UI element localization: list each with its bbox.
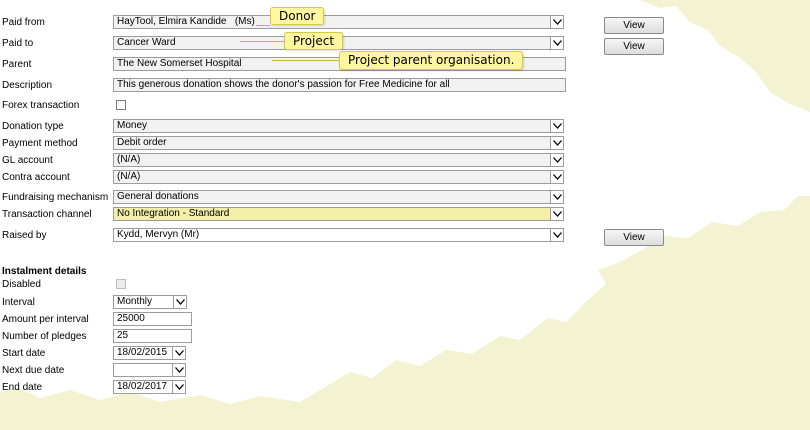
description-field[interactable]: This generous donation shows the donor's… — [113, 78, 566, 92]
chevron-down-icon[interactable] — [550, 137, 563, 149]
amount-per-interval-input[interactable]: 25000 — [113, 312, 192, 326]
project-callout: Project — [284, 32, 344, 50]
raised-by-value: Kydd, Mervyn (Mr) — [117, 229, 200, 240]
paid-to-label: Paid to — [2, 38, 34, 49]
donation-type-select[interactable]: Money — [113, 119, 564, 133]
contra-account-select[interactable]: (N/A) — [113, 170, 564, 184]
payment-method-value: Debit order — [117, 137, 167, 148]
fundraising-mechanism-value: General donations — [117, 191, 199, 202]
forex-label: Forex transaction — [2, 100, 80, 111]
chevron-down-icon[interactable] — [550, 16, 563, 28]
donor-callout: Donor — [270, 7, 325, 25]
end-date-picker[interactable]: 18/02/2017 — [113, 380, 186, 394]
gl-account-select[interactable]: (N/A) — [113, 153, 564, 167]
gl-account-label: GL account — [2, 155, 53, 166]
chevron-down-icon[interactable] — [550, 120, 563, 132]
start-date-label: Start date — [2, 348, 46, 359]
forex-checkbox[interactable] — [116, 100, 126, 110]
interval-label: Interval — [2, 297, 35, 308]
chevron-down-icon[interactable] — [550, 37, 563, 49]
contra-account-value: (N/A) — [117, 171, 141, 182]
chevron-down-icon[interactable] — [550, 171, 563, 183]
start-date-value: 18/02/2015 — [117, 347, 168, 358]
paid-to-view-button[interactable]: View — [604, 38, 664, 55]
next-due-date-picker[interactable] — [113, 363, 186, 377]
interval-value: Monthly — [117, 296, 153, 307]
amount-per-interval-label: Amount per interval — [2, 314, 89, 325]
fundraising-mechanism-select[interactable]: General donations — [113, 190, 564, 204]
start-date-picker[interactable]: 18/02/2015 — [113, 346, 186, 360]
chevron-down-icon[interactable] — [550, 208, 563, 220]
paid-from-view-button[interactable]: View — [604, 17, 664, 34]
chevron-down-icon[interactable] — [172, 381, 185, 393]
instalment-details-heading: Instalment details — [2, 266, 87, 277]
paid-from-label: Paid from — [2, 17, 45, 28]
description-value: This generous donation shows the donor's… — [117, 79, 450, 90]
donor-callout-leader — [256, 25, 270, 26]
payment-method-select[interactable]: Debit order — [113, 136, 564, 150]
paid-to-value: Cancer Ward — [117, 37, 176, 48]
project-parent-callout: Project parent organisation. — [339, 51, 524, 70]
number-of-pledges-label: Number of pledges — [2, 331, 87, 342]
donation-type-label: Donation type — [2, 121, 64, 132]
disabled-label: Disabled — [2, 279, 41, 290]
donation-type-value: Money — [117, 120, 148, 131]
disabled-checkbox — [116, 279, 126, 289]
payment-method-label: Payment method — [2, 138, 78, 149]
paid-from-select[interactable]: HayTool, Elmira Kandide (Ms) — [113, 15, 564, 29]
paid-from-value: HayTool, Elmira Kandide (Ms) — [117, 16, 255, 27]
number-of-pledges-input[interactable]: 25 — [113, 329, 192, 343]
chevron-down-icon[interactable] — [550, 229, 563, 241]
interval-select[interactable]: Monthly — [113, 295, 187, 309]
chevron-down-icon[interactable] — [173, 296, 186, 308]
chevron-down-icon[interactable] — [172, 347, 185, 359]
description-label: Description — [2, 80, 53, 91]
transaction-channel-value: No Integration - Standard — [117, 208, 230, 219]
end-date-label: End date — [2, 382, 43, 393]
next-due-date-label: Next due date — [2, 365, 65, 376]
amount-per-interval-value: 25000 — [117, 313, 145, 324]
raised-by-select[interactable]: Kydd, Mervyn (Mr) — [113, 228, 564, 242]
gl-account-value: (N/A) — [117, 154, 141, 165]
chevron-down-icon[interactable] — [550, 154, 563, 166]
raised-by-view-button[interactable]: View — [604, 229, 664, 246]
transaction-channel-label: Transaction channel — [2, 209, 92, 220]
project-parent-callout-leader — [272, 60, 340, 61]
parent-label: Parent — [2, 59, 32, 70]
raised-by-label: Raised by — [2, 230, 47, 241]
number-of-pledges-value: 25 — [117, 330, 129, 341]
fundraising-mechanism-label: Fundraising mechanism — [2, 192, 109, 203]
project-callout-leader — [240, 41, 285, 42]
end-date-value: 18/02/2017 — [117, 381, 168, 392]
chevron-down-icon[interactable] — [550, 191, 563, 203]
parent-value: The New Somerset Hospital — [117, 58, 242, 69]
transaction-channel-select[interactable]: No Integration - Standard — [113, 207, 564, 221]
chevron-down-icon[interactable] — [172, 364, 185, 376]
contra-account-label: Contra account — [2, 172, 70, 183]
